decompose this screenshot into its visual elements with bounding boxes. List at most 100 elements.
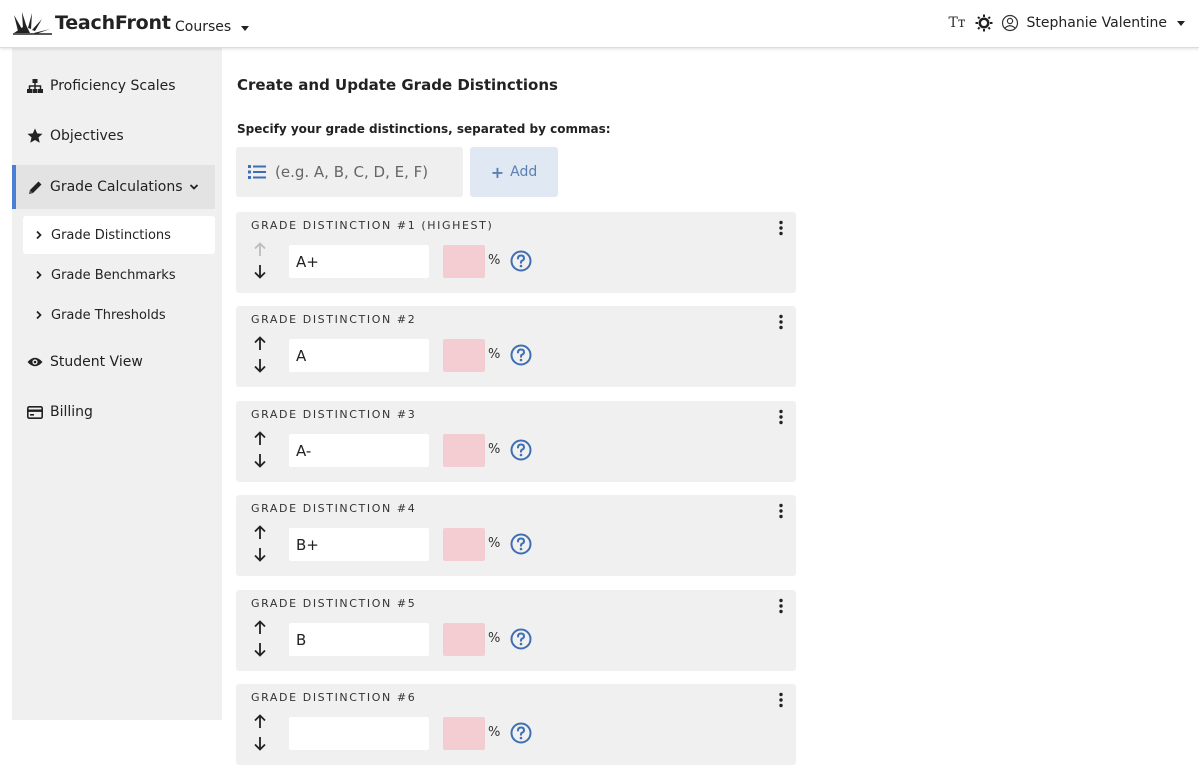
percent-sign: % (488, 253, 501, 268)
grade-percent-input[interactable] (443, 717, 485, 750)
more-options-icon[interactable] (776, 503, 786, 519)
grade-name-input[interactable] (289, 623, 429, 656)
sidebar-item-label: Grade Calculations (50, 179, 183, 195)
percent-sign: % (488, 442, 501, 457)
text-size-icon[interactable]: Tт (948, 15, 965, 31)
help-icon[interactable] (510, 533, 532, 555)
grade-percent-input[interactable] (443, 245, 485, 278)
sidebar-subitem-label: Grade Benchmarks (51, 267, 176, 283)
sidebar-item-student-view[interactable]: Student View (12, 340, 215, 384)
sidebar-item-objectives[interactable]: Objectives (12, 114, 215, 158)
sidebar-subitem-grade-distinctions[interactable]: Grade Distinctions (23, 216, 215, 254)
sidebar-item-billing[interactable]: Billing (12, 390, 215, 434)
add-button[interactable]: + Add (470, 147, 558, 197)
grade-percent-input[interactable] (443, 339, 485, 372)
more-options-icon[interactable] (776, 692, 786, 708)
sidebar-subitem-grade-thresholds[interactable]: Grade Thresholds (23, 296, 215, 334)
grade-distinction-card: GRADE DISTINCTION #4% (236, 495, 796, 576)
move-down-arrow-icon[interactable] (253, 547, 267, 562)
grade-percent-input[interactable] (443, 528, 485, 561)
percent-sign: % (488, 347, 501, 362)
theme-toggle-icon[interactable] (975, 14, 993, 32)
grade-distinction-card: GRADE DISTINCTION #3% (236, 401, 796, 482)
move-up-arrow-icon (254, 242, 266, 256)
distinctions-input-container (236, 147, 463, 197)
grade-distinction-card: GRADE DISTINCTION #5% (236, 590, 796, 671)
grade-distinction-title: GRADE DISTINCTION #3 (251, 408, 417, 421)
grade-name-input[interactable] (289, 528, 429, 561)
courses-label: Courses (175, 19, 232, 35)
user-name[interactable]: Stephanie Valentine (1027, 15, 1167, 31)
sidebar-item-label: Objectives (50, 128, 124, 144)
eye-icon (27, 354, 43, 370)
move-up-arrow-icon[interactable] (253, 714, 267, 729)
move-up-arrow-icon[interactable] (253, 336, 267, 351)
percent-sign: % (488, 536, 501, 551)
grade-percent-input[interactable] (443, 434, 485, 467)
plus-icon: + (490, 162, 505, 182)
brand-name: TeachFront (55, 12, 171, 34)
help-icon[interactable] (510, 628, 532, 650)
grade-distinction-title: GRADE DISTINCTION #1 (HIGHEST) (251, 219, 494, 232)
grade-percent-input[interactable] (443, 623, 485, 656)
sidebar: Proficiency Scales Objectives Grade Calc… (12, 48, 222, 720)
distinctions-input[interactable] (275, 163, 455, 181)
sidebar-item-label: Student View (50, 354, 143, 370)
teachfront-logo-icon (13, 12, 52, 35)
sidebar-item-label: Billing (50, 404, 93, 420)
more-options-icon[interactable] (776, 598, 786, 614)
star-icon (27, 128, 43, 144)
grade-name-input[interactable] (289, 245, 429, 278)
sidebar-subitem-label: Grade Distinctions (51, 227, 171, 243)
sidebar-item-proficiency-scales[interactable]: Proficiency Scales (12, 64, 215, 108)
pencil-icon (27, 179, 43, 195)
percent-sign: % (488, 631, 501, 646)
more-options-icon[interactable] (776, 409, 786, 425)
percent-sign: % (488, 725, 501, 740)
caret-down-icon[interactable] (1177, 20, 1185, 26)
help-icon[interactable] (510, 250, 532, 272)
chevron-right-icon (36, 230, 42, 240)
move-down-arrow-icon[interactable] (253, 453, 267, 468)
move-down-arrow-icon[interactable] (253, 736, 267, 751)
credit-card-icon (27, 404, 43, 420)
sidebar-subitem-grade-benchmarks[interactable]: Grade Benchmarks (23, 256, 215, 294)
grade-distinction-title: GRADE DISTINCTION #4 (251, 502, 417, 515)
grade-distinction-title: GRADE DISTINCTION #5 (251, 597, 417, 610)
grade-name-input[interactable] (289, 434, 429, 467)
grade-distinction-card: GRADE DISTINCTION #6% (236, 684, 796, 765)
help-icon[interactable] (510, 344, 532, 366)
distinctions-instruction: Specify your grade distinctions, separat… (237, 122, 611, 136)
help-icon[interactable] (510, 439, 532, 461)
sidebar-item-grade-calculations[interactable]: Grade Calculations (12, 165, 215, 209)
chevron-right-icon (36, 310, 42, 320)
grade-name-input[interactable] (289, 717, 429, 750)
caret-down-icon (241, 25, 250, 31)
sitemap-icon (27, 78, 43, 94)
chevron-right-icon (36, 270, 42, 280)
more-options-icon[interactable] (776, 314, 786, 330)
add-button-label: Add (510, 164, 538, 180)
move-up-arrow-icon[interactable] (253, 525, 267, 540)
top-header: TeachFront Courses Tт Stephanie Valentin… (0, 0, 1199, 48)
sidebar-subitem-label: Grade Thresholds (51, 307, 166, 323)
grade-distinction-card: GRADE DISTINCTION #2% (236, 306, 796, 387)
move-down-arrow-icon[interactable] (253, 642, 267, 657)
grade-distinction-card: GRADE DISTINCTION #1 (HIGHEST)% (236, 212, 796, 293)
move-up-arrow-icon[interactable] (253, 431, 267, 446)
grade-distinction-title: GRADE DISTINCTION #6 (251, 691, 417, 704)
page-title: Create and Update Grade Distinctions (237, 76, 558, 94)
more-options-icon[interactable] (776, 220, 786, 236)
chevron-down-icon (189, 184, 198, 190)
header-right: Tт Stephanie Valentine (948, 14, 1185, 32)
grade-name-input[interactable] (289, 339, 429, 372)
logo[interactable]: TeachFront (12, 11, 171, 35)
list-icon (248, 165, 266, 179)
move-down-arrow-icon[interactable] (253, 358, 267, 373)
move-down-arrow-icon[interactable] (253, 264, 267, 279)
move-up-arrow-icon[interactable] (253, 620, 267, 635)
help-icon[interactable] (510, 722, 532, 744)
user-avatar-icon[interactable] (1001, 14, 1019, 32)
courses-dropdown[interactable]: Courses (175, 19, 250, 35)
grade-distinction-title: GRADE DISTINCTION #2 (251, 313, 417, 326)
